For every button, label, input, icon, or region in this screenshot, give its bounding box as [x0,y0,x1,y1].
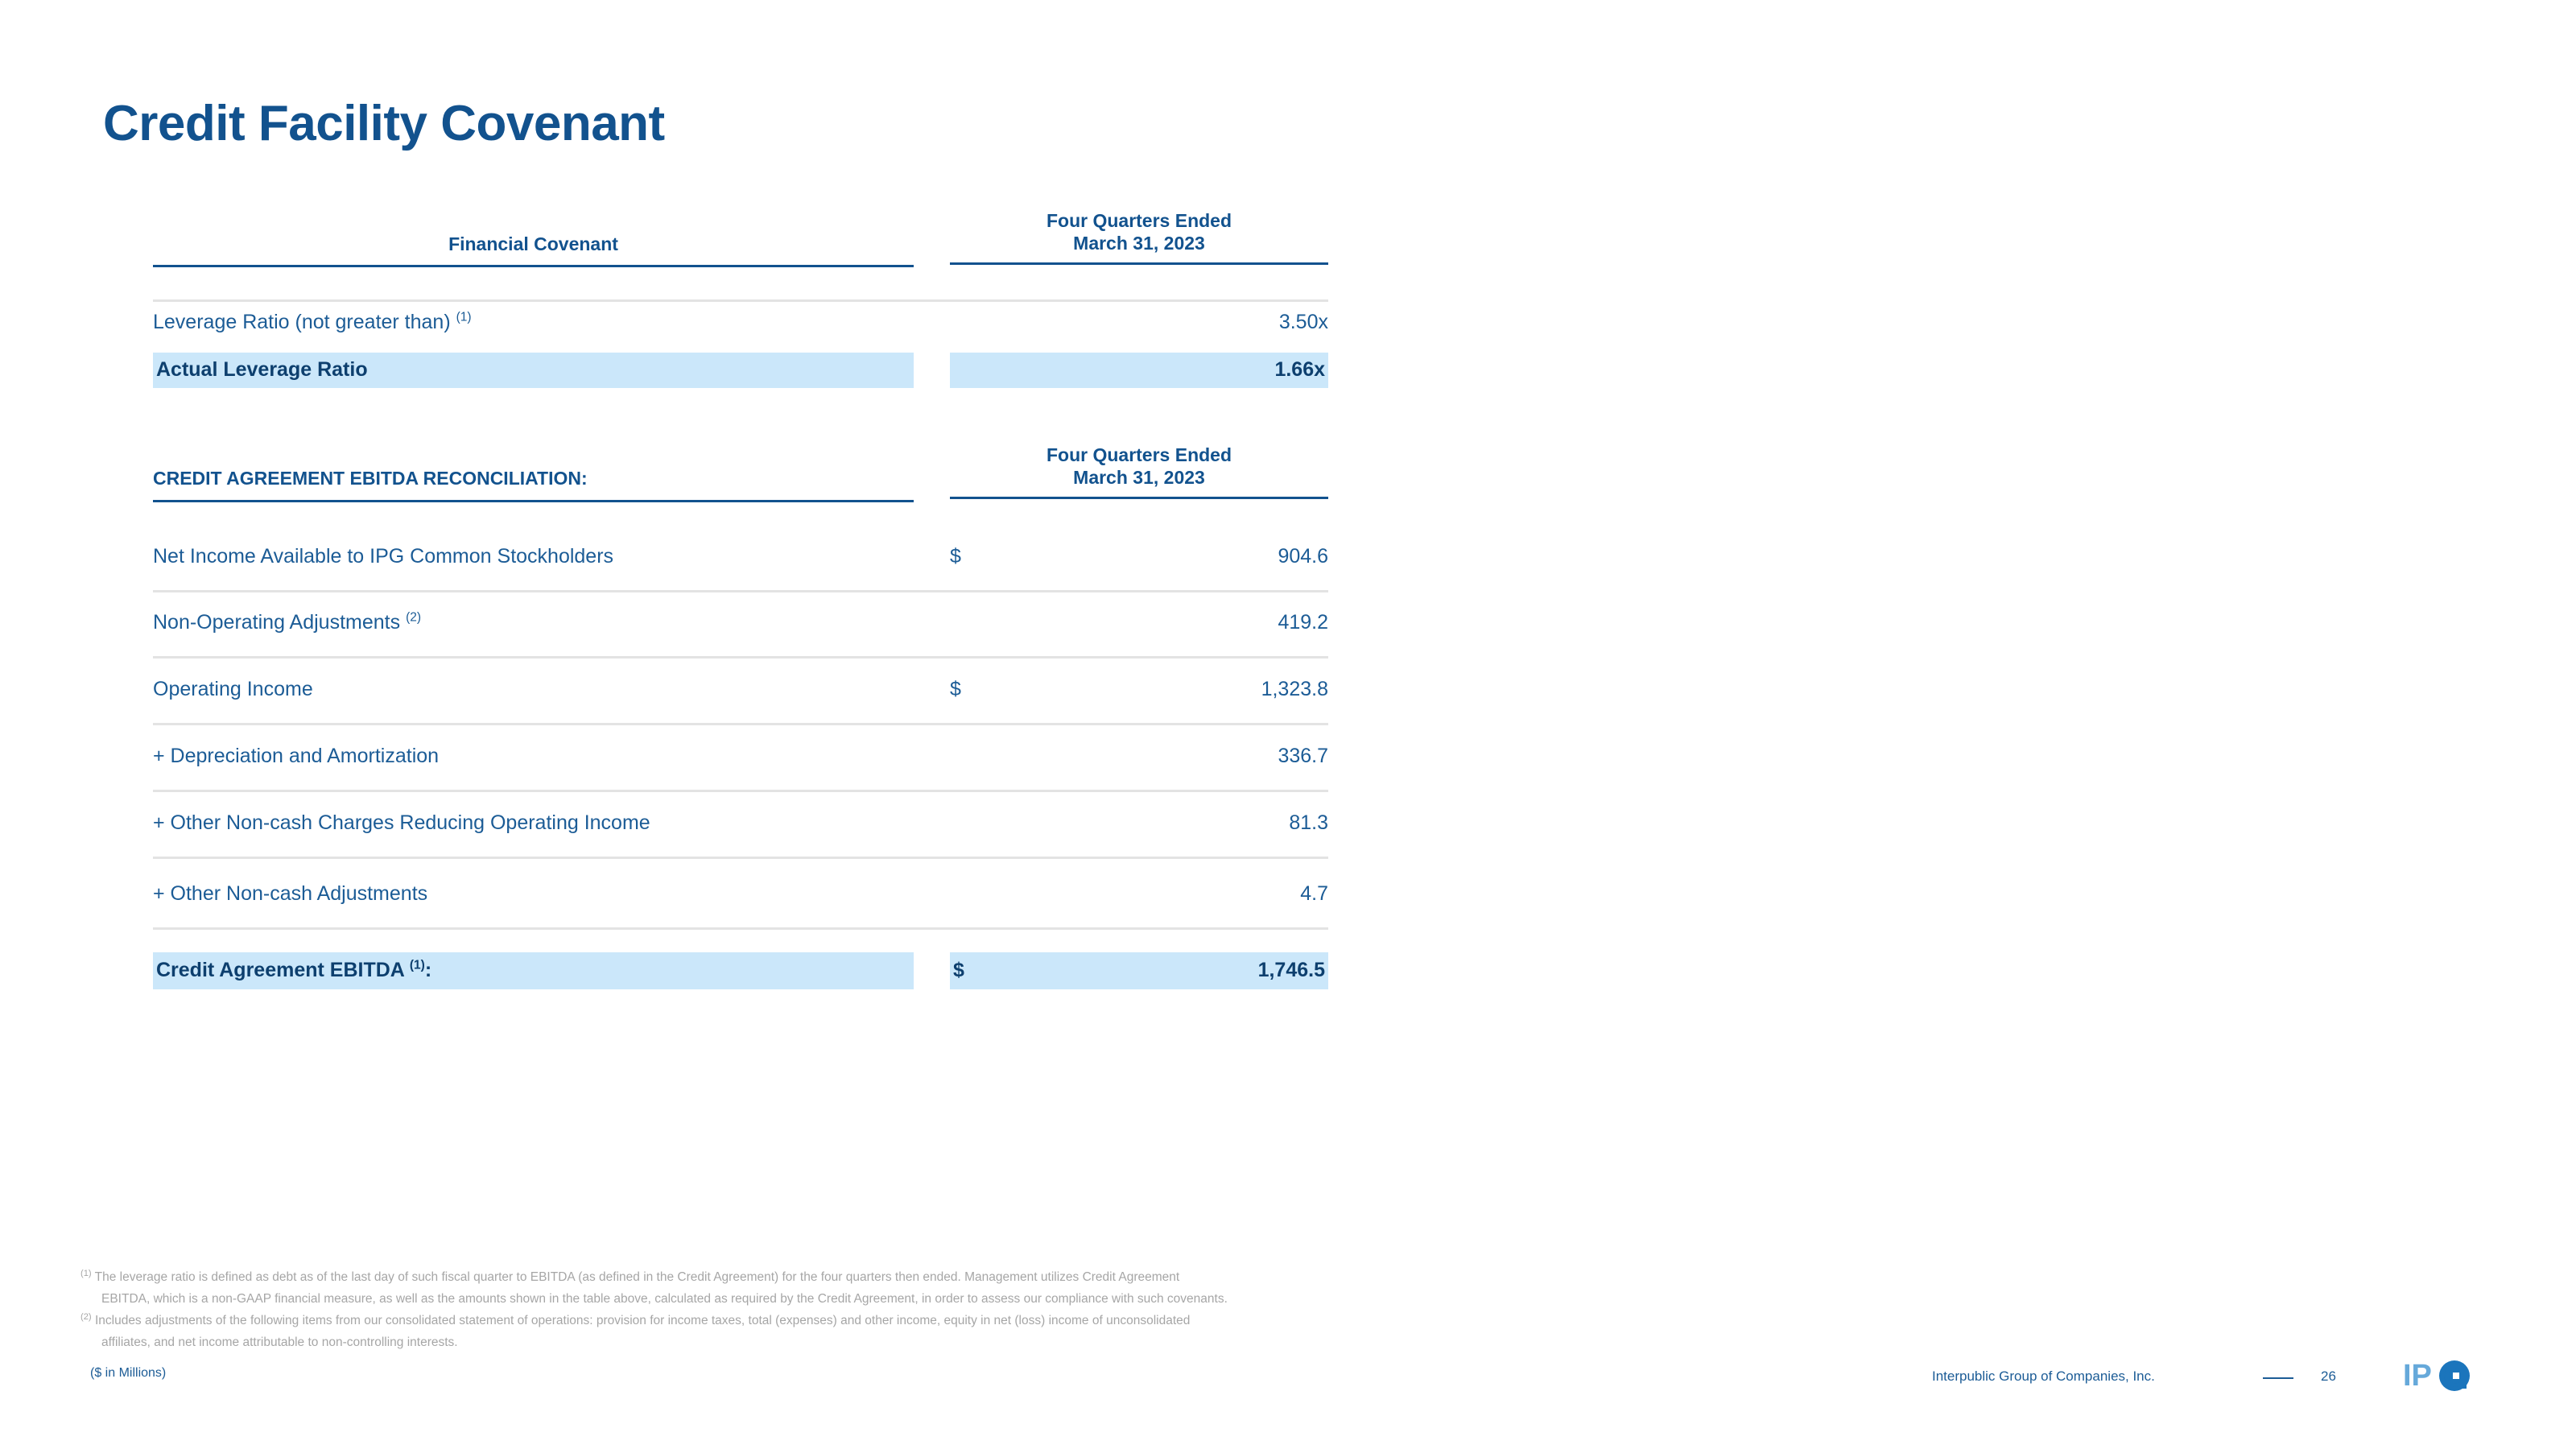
covenant-header-label-col: Financial Covenant [153,233,914,267]
footnote-2-text-1: Includes adjustments of the following it… [94,1314,1191,1327]
ipg-logo: IP G [2403,1359,2480,1394]
ebitda-header-label: CREDIT AGREEMENT EBITDA RECONCILIATION: [153,468,588,489]
ebitda-row-3-label: + Depreciation and Amortization [153,745,440,767]
covenant-header-separator [153,299,1328,302]
footnote-marker: (1) [409,958,425,972]
ebitda-row-1-label: Non-Operating Adjustments (2) [153,610,422,634]
ebitda-header-rule-left [153,500,914,502]
ebitda-total-currency: $ [953,959,964,981]
slide-canvas: Credit Facility Covenant Financial Coven… [0,0,2576,1449]
ebitda-row-3-label-cell: + Depreciation and Amortization [153,745,914,768]
footnote-marker: (1) [456,310,472,324]
ebitda-header-period-line1: Four Quarters Ended [1046,444,1232,465]
ipg-logo-g-stem [2459,1373,2467,1389]
ebitda-row-1-value: 419.2 [1278,611,1328,634]
ebitda-row-3-separator [153,790,1328,792]
ebitda-row-4-label-cell: + Other Non-cash Charges Reducing Operat… [153,811,914,835]
covenant-row-1-label-cell: Actual Leverage Ratio [153,353,914,388]
ebitda-row-5-label-cell: + Other Non-cash Adjustments [153,882,914,906]
page-title: Credit Facility Covenant [103,96,665,151]
ebitda-total-label: Credit Agreement EBITDA (1): [156,958,432,981]
covenant-row-0-value-cell: 3.50x [950,311,1328,348]
footnote-1-line-2: EBITDA, which is a non-GAAP financial me… [80,1290,1228,1309]
ebitda-row-0-separator [153,590,1328,592]
covenant-header-label: Financial Covenant [448,233,618,254]
ebitda-row-5-separator [153,927,1328,930]
ebitda-row-0-label-cell: Net Income Available to IPG Common Stock… [153,545,914,568]
ebitda-row-2-label-cell: Operating Income [153,678,914,701]
ebitda-row-2-currency: $ [950,678,961,700]
covenant-header-period: Four Quarters Ended March 31, 2023 [950,209,1328,254]
footnote-1-text-1: The leverage ratio is defined as debt as… [94,1270,1180,1284]
ebitda-row-2-value: 1,323.8 [1261,678,1328,700]
ebitda-row-0-value-cell: $ 904.6 [950,545,1328,568]
ebitda-row-3-value-cell: 336.7 [950,745,1328,768]
covenant-header-rule-left [153,265,914,267]
ebitda-row-0-currency: $ [950,545,961,568]
ebitda-row-4-value-cell: 81.3 [950,811,1328,835]
footer-divider [2263,1377,2293,1379]
covenant-row-1-label: Actual Leverage Ratio [156,358,368,381]
units-note: ($ in Millions) [90,1366,167,1380]
ebitda-row-2-separator [153,723,1328,725]
ebitda-row-2-value-cell: $ 1,323.8 [950,678,1328,701]
footnote-2-line-2: affiliates, and net income attributable … [80,1333,458,1352]
ebitda-row-5-value: 4.7 [1300,882,1328,905]
ebitda-row-0-label: Net Income Available to IPG Common Stock… [153,545,614,568]
ebitda-header-label-col: CREDIT AGREEMENT EBITDA RECONCILIATION: [153,468,914,502]
covenant-header-period-line1: Four Quarters Ended [1046,210,1232,231]
ebitda-row-3-value: 336.7 [1278,745,1328,767]
ebitda-row-1-label-cell: Non-Operating Adjustments (2) [153,611,914,634]
ebitda-row-5-label: + Other Non-cash Adjustments [153,882,428,905]
covenant-row-0-value: 3.50x [1278,311,1328,333]
ipg-logo-ip: IP [2403,1359,2432,1393]
page-number: 26 [2321,1368,2336,1384]
covenant-row-1-value: 1.66x [1274,358,1325,381]
footer-company-name: Interpublic Group of Companies, Inc. [1932,1368,2155,1384]
ebitda-row-1-separator [153,656,1328,658]
footnote-marker: (2) [406,610,422,625]
footnote-2-text-2: affiliates, and net income attributable … [101,1335,458,1349]
ebitda-row-4-separator [153,857,1328,859]
footnote-1-line-1: (1) The leverage ratio is defined as deb… [80,1268,1179,1287]
covenant-row-0-label-cell: Leverage Ratio (not greater than) (1) [153,311,914,348]
ebitda-row-0-value: 904.6 [1278,545,1328,568]
ebitda-row-5-value-cell: 4.7 [950,882,1328,906]
footnote-1-marker: (1) [80,1268,92,1278]
covenant-row-1-value-cell: 1.66x [950,353,1328,388]
footnote-2-marker: (2) [80,1311,92,1322]
covenant-header-rule-right [950,262,1328,266]
ebitda-header-value-col: Four Quarters Ended March 31, 2023 [950,444,1328,500]
covenant-header-value-col: Four Quarters Ended March 31, 2023 [950,209,1328,266]
covenant-row-0-label: Leverage Ratio (not greater than) (1) [153,310,472,333]
footnote-2-line-1: (2) Includes adjustments of the followin… [80,1311,1190,1331]
ebitda-header-period-line2: March 31, 2023 [1073,467,1205,489]
ebitda-total-value: 1,746.5 [1257,959,1325,981]
ebitda-header-rule-right [950,497,1328,500]
ebitda-row-4-value: 81.3 [1289,811,1328,834]
footnote-1-text-2: EBITDA, which is a non-GAAP financial me… [101,1292,1228,1306]
ebitda-header-period: Four Quarters Ended March 31, 2023 [950,444,1328,489]
ebitda-row-4-label: + Other Non-cash Charges Reducing Operat… [153,811,650,834]
ipg-logo-icon: IP G [2403,1359,2470,1393]
covenant-header-period-line2: March 31, 2023 [1073,233,1205,254]
ebitda-total-value-cell: $ 1,746.5 [950,952,1328,989]
ebitda-total-label-cell: Credit Agreement EBITDA (1): [153,952,914,989]
ebitda-row-2-label: Operating Income [153,678,313,700]
ebitda-row-1-value-cell: 419.2 [950,611,1328,634]
